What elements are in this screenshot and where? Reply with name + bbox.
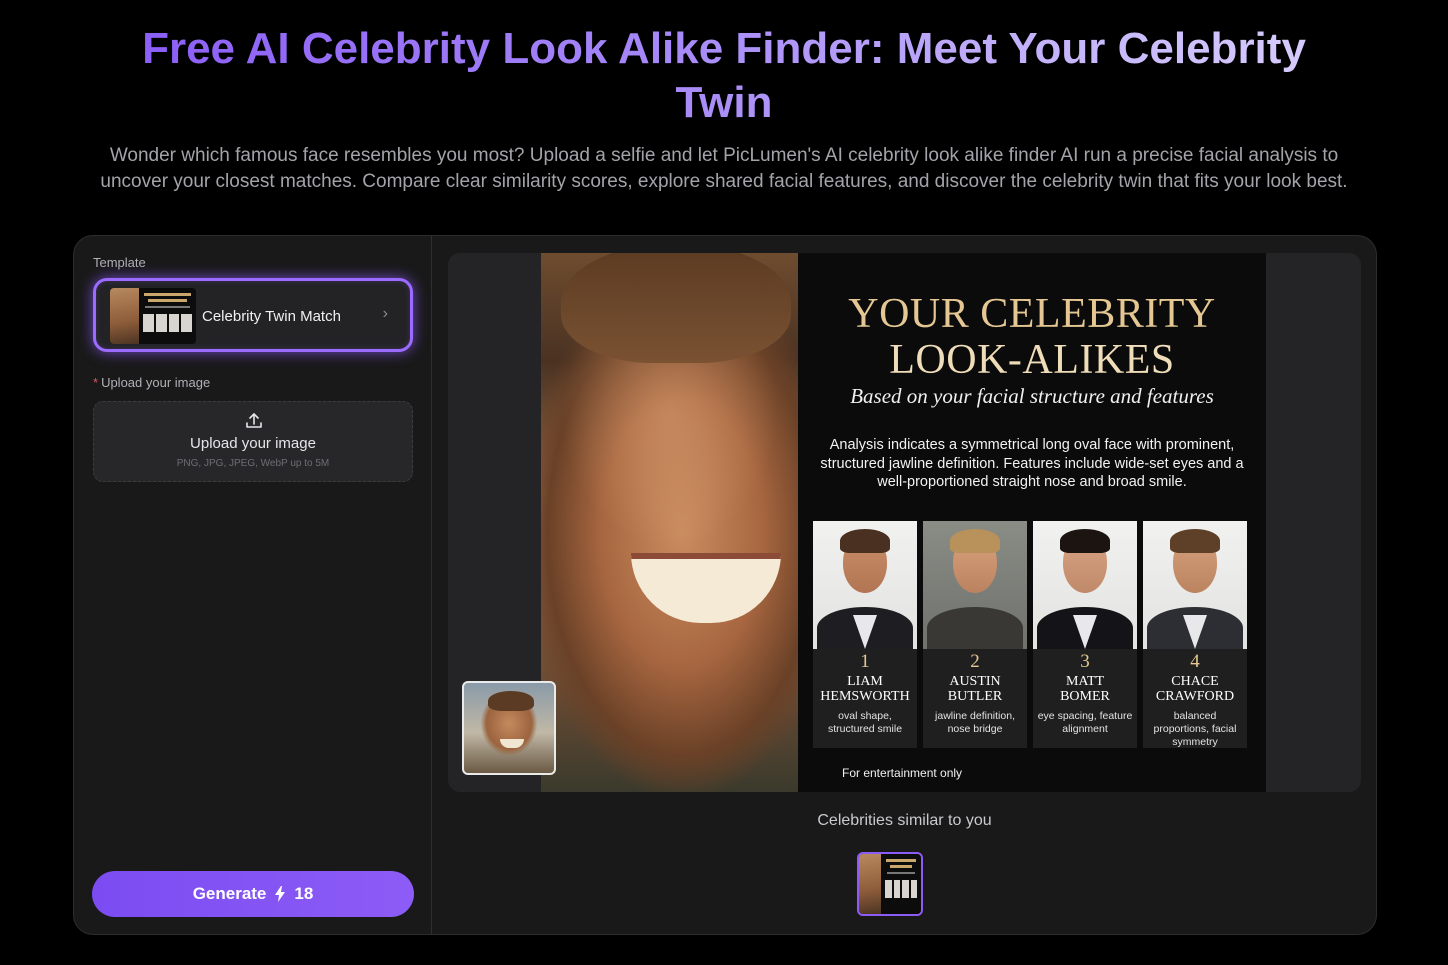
template-thumbnail — [110, 288, 196, 344]
celebrity-card: 4 CHACE CRAWFORD balanced proportions, fa… — [1143, 521, 1247, 748]
celebrity-name: CHACE CRAWFORD — [1155, 674, 1235, 704]
template-label: Template — [93, 255, 146, 270]
generate-label: Generate — [192, 884, 267, 903]
upload-label-text: Upload your image — [101, 375, 211, 390]
celebrity-feature: jawline definition, nose bridge — [935, 710, 1015, 735]
selfie-photo — [541, 253, 798, 792]
generate-cost: 18 — [294, 884, 314, 903]
celebrity-name: MATT BOMER — [1060, 674, 1110, 704]
celebrity-rank: 1 — [860, 651, 870, 672]
celebrity-name: LIAM HEMSWORTH — [820, 674, 910, 704]
page: Free AI Celebrity Look Alike Finder: Mee… — [0, 0, 1448, 965]
celebrity-card: 1 LIAM HEMSWORTH oval shape, structured s… — [813, 521, 917, 748]
page-subtitle: Wonder which famous face resembles you m… — [100, 145, 1348, 192]
poster-title: YOUR CELEBRITY LOOK-ALIKES — [798, 291, 1266, 383]
template-name: Celebrity Twin Match — [202, 308, 341, 325]
celebrity-feature: balanced proportions, facial symmetry — [1153, 710, 1237, 748]
lightning-bolt-icon — [275, 886, 286, 902]
celebrity-feature: oval shape, structured smile — [827, 710, 903, 735]
poster-analysis: Analysis indicates a symmetrical long ov… — [820, 437, 1244, 490]
poster-subtitle: Based on your facial structure and featu… — [850, 384, 1214, 408]
celebrity-card: 2 AUSTIN BUTLER jawline definition, nose … — [923, 521, 1027, 748]
upload-label: * Upload your image — [93, 375, 210, 390]
celebrity-card: 3 MATT BOMER eye spacing, feature alignme… — [1033, 521, 1137, 748]
result-image: YOUR CELEBRITY LOOK-ALIKES Based on your… — [541, 253, 1266, 792]
preview-stage: YOUR CELEBRITY LOOK-ALIKES Based on your… — [448, 253, 1361, 792]
upload-icon — [246, 413, 262, 428]
poster-title-line2: LOOK-ALIKES — [889, 337, 1175, 383]
poster-title-line1: YOUR CELEBRITY — [848, 291, 1216, 337]
celebrity-photo — [923, 521, 1027, 649]
upload-dropzone[interactable]: Upload your image PNG, JPG, JPEG, WebP u… — [93, 401, 413, 482]
similar-celebrities-label: Celebrities similar to you — [817, 812, 992, 829]
template-selector[interactable]: Celebrity Twin Match › — [93, 278, 413, 352]
celebrity-feature: eye spacing, feature alignment — [1037, 710, 1133, 735]
poster-disclaimer: For entertainment only — [842, 766, 963, 780]
required-marker: * — [93, 375, 99, 390]
settings-panel: Template Celebrity Twin Match › * Upload … — [74, 236, 432, 934]
source-selfie-thumbnail[interactable] — [462, 681, 556, 775]
chevron-right-icon: › — [382, 305, 388, 322]
celebrity-photo — [813, 521, 917, 649]
celebrity-photo — [1143, 521, 1247, 649]
celebrity-rank: 2 — [970, 651, 980, 672]
celebrity-rank: 3 — [1080, 651, 1090, 672]
celebrity-rank: 4 — [1190, 651, 1200, 672]
celebrity-matches: 1 LIAM HEMSWORTH oval shape, structured s… — [813, 521, 1247, 748]
upload-hint: PNG, JPG, JPEG, WebP up to 5M — [176, 458, 330, 469]
celebrity-photo — [1033, 521, 1137, 649]
generator-card: Template Celebrity Twin Match › * Upload … — [73, 235, 1377, 935]
upload-title: Upload your image — [190, 435, 316, 452]
celebrity-name: AUSTIN BUTLER — [947, 674, 1003, 704]
generate-button[interactable]: Generate 18 — [92, 871, 414, 917]
result-poster: YOUR CELEBRITY LOOK-ALIKES Based on your… — [798, 253, 1266, 792]
result-thumbnail[interactable] — [857, 852, 923, 916]
page-title: Free AI Celebrity Look Alike Finder: Mee… — [110, 22, 1338, 130]
